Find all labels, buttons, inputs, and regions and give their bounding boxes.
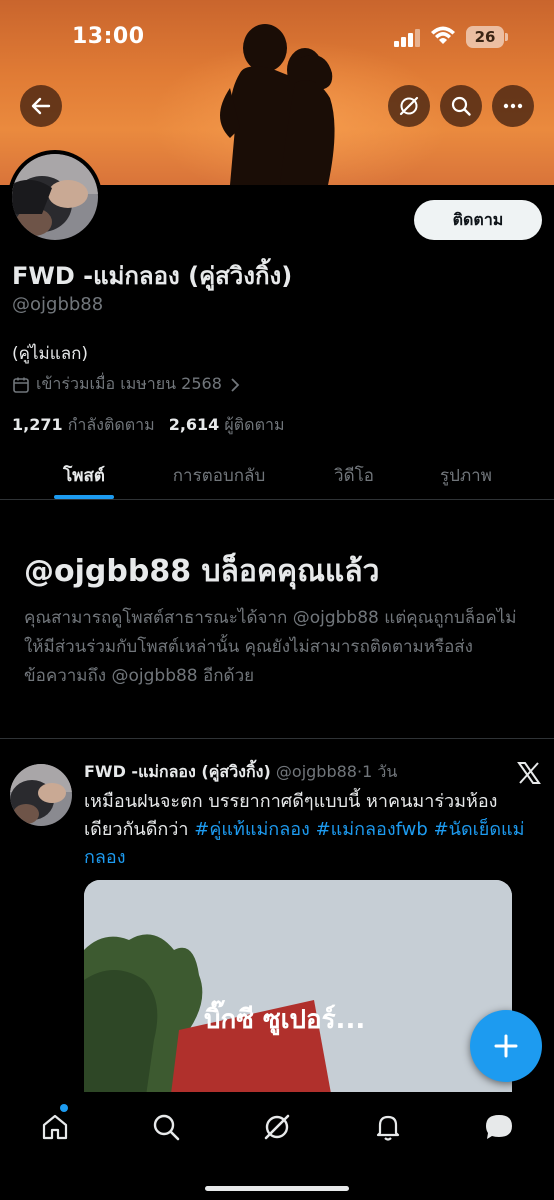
hashtag-link[interactable]: #แม่กลองfwb bbox=[316, 819, 428, 840]
home-icon bbox=[42, 1114, 68, 1140]
grok-button[interactable] bbox=[388, 85, 430, 127]
profile-stats: 1,271 กำลังติดตาม 2,614 ผู้ติดตาม bbox=[12, 413, 284, 438]
home-indicator bbox=[205, 1186, 349, 1191]
blocked-description: คุณสามารถดูโพสต์สาธารณะได้จาก @ojgbb88 แ… bbox=[24, 608, 517, 686]
profile-joined[interactable]: เข้าร่วมเมื่อ เมษายน 2568 bbox=[12, 372, 242, 397]
profile-handle: @ojgbb88 bbox=[12, 294, 104, 315]
tweet-media-image[interactable]: บิ๊กซี ซูเปอร์... bbox=[84, 880, 512, 1110]
status-bar: 13:00 26 bbox=[0, 0, 554, 72]
tab-videos-label: วิดีโอ bbox=[334, 466, 374, 486]
tab-posts[interactable]: โพสต์ bbox=[0, 452, 168, 499]
profile-bio: (คู่ไม่แลก) bbox=[12, 344, 89, 364]
bottom-nav bbox=[0, 1092, 554, 1200]
tweet-text: เหมือนฝนจะตก บรรยากาศดีๆแบบนี้ หาคนมาร่ว… bbox=[84, 788, 536, 872]
tab-replies-label: การตอบกลับ bbox=[172, 466, 266, 486]
blocked-title: @ojgbb88 บล็อคคุณแล้ว bbox=[24, 554, 380, 589]
battery-indicator: 26 bbox=[466, 26, 504, 48]
store-sign-text: บิ๊กซี ซูเปอร์... bbox=[204, 1000, 365, 1036]
calendar-icon bbox=[13, 377, 29, 393]
plus-icon bbox=[494, 1034, 518, 1058]
nav-search[interactable] bbox=[149, 1110, 183, 1144]
following-stat[interactable]: 1,271 กำลังติดตาม bbox=[12, 413, 155, 438]
more-icon bbox=[503, 103, 523, 109]
nav-grok[interactable] bbox=[260, 1110, 294, 1144]
tab-active-indicator bbox=[54, 495, 114, 499]
chevron-right-icon bbox=[231, 377, 240, 392]
bell-icon bbox=[376, 1115, 400, 1141]
nav-home[interactable] bbox=[38, 1110, 72, 1144]
tab-replies[interactable]: การตอบกลับ bbox=[168, 452, 270, 499]
profile-tabs: โพสต์ การตอบกลับ วิดีโอ รูปภาพ bbox=[0, 452, 554, 500]
following-label: กำลังติดตาม bbox=[67, 415, 155, 434]
followers-count: 2,614 bbox=[168, 415, 220, 434]
tweet-header: FWD -แม่กลอง (คู่สวิงกิ้ง) @ojgbb88·1 วั… bbox=[84, 760, 397, 785]
tweet-photo: บิ๊กซี ซูเปอร์... bbox=[84, 880, 512, 1110]
wifi-icon bbox=[431, 26, 455, 44]
battery-cap bbox=[505, 33, 508, 41]
tweet-avatar-image bbox=[10, 764, 72, 826]
x-logo-icon bbox=[517, 762, 541, 784]
followers-label: ผู้ติดตาม bbox=[224, 415, 285, 434]
tweet-author-handle[interactable]: @ojgbb88 bbox=[276, 762, 357, 781]
status-time: 13:00 bbox=[72, 24, 145, 49]
home-notification-dot bbox=[60, 1104, 68, 1112]
follow-button[interactable]: ติดตาม bbox=[414, 200, 542, 240]
joined-label: เข้าร่วมเมื่อ เมษายน 2568 bbox=[36, 374, 222, 393]
profile-avatar[interactable] bbox=[8, 150, 102, 244]
compose-button[interactable] bbox=[470, 1010, 542, 1082]
tab-photos-label: รูปภาพ bbox=[440, 466, 492, 486]
grok-icon bbox=[264, 1114, 290, 1140]
grok-icon bbox=[399, 96, 419, 116]
tab-videos[interactable]: วิดีโอ bbox=[270, 452, 438, 499]
profile-display-name: FWD -แม่กลอง (คู่สวิงกิ้ง) bbox=[12, 262, 293, 290]
search-icon bbox=[451, 96, 471, 116]
messages-icon bbox=[486, 1115, 512, 1139]
tweet-time: 1 วัน bbox=[362, 762, 398, 781]
search-button[interactable] bbox=[440, 85, 482, 127]
nav-notifications[interactable] bbox=[371, 1110, 405, 1144]
tab-posts-label: โพสต์ bbox=[63, 466, 105, 486]
tweet-avatar[interactable] bbox=[10, 764, 72, 826]
back-button[interactable] bbox=[20, 85, 62, 127]
tweet-author-name[interactable]: FWD -แม่กลอง (คู่สวิงกิ้ง) bbox=[84, 762, 271, 781]
tab-photos[interactable]: รูปภาพ bbox=[438, 452, 494, 499]
search-icon bbox=[153, 1114, 180, 1141]
signal-icon bbox=[394, 29, 420, 47]
more-button[interactable] bbox=[492, 85, 534, 127]
section-divider bbox=[0, 738, 554, 739]
followers-stat[interactable]: 2,614 ผู้ติดตาม bbox=[169, 413, 285, 438]
arrow-left-icon bbox=[31, 97, 51, 115]
following-count: 1,271 bbox=[12, 415, 63, 434]
avatar-image bbox=[12, 154, 98, 240]
hashtag-link[interactable]: #คู่แท้แม่กลอง bbox=[194, 819, 310, 840]
nav-messages[interactable] bbox=[482, 1110, 516, 1144]
